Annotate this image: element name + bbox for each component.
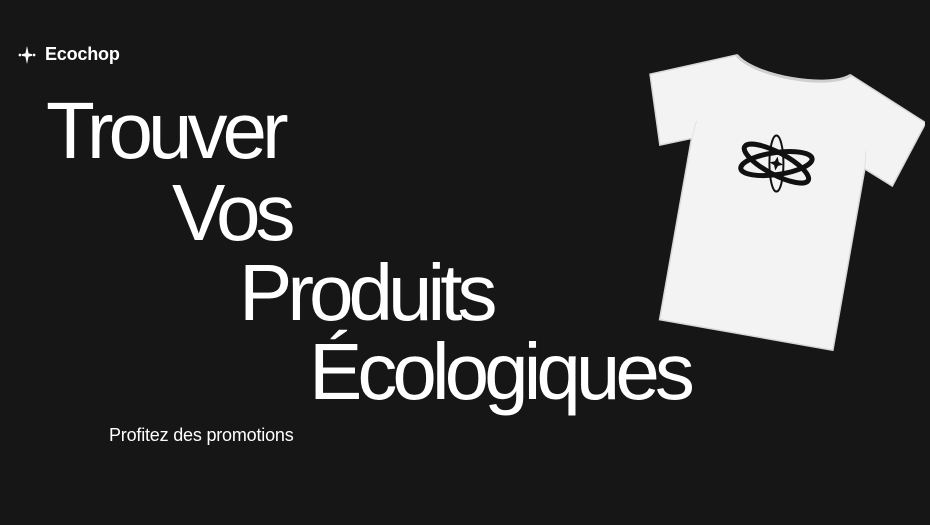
brand-name: Ecochop [45, 44, 120, 64]
headline-line-1: Trouver [46, 86, 289, 175]
brand-logo-link[interactable]: Ecochop [17, 44, 120, 65]
sparkle-logo-icon [18, 45, 36, 64]
promotions-link[interactable]: Profitez des promotions [109, 425, 294, 446]
tshirt-body [649, 53, 925, 352]
tshirt-image [649, 53, 925, 352]
headline-line-2: Vos [172, 168, 295, 257]
headline-line-3: Produits [239, 248, 497, 337]
hero-page: Ecochop Trouver Vos Produits Écologiques… [0, 0, 930, 525]
